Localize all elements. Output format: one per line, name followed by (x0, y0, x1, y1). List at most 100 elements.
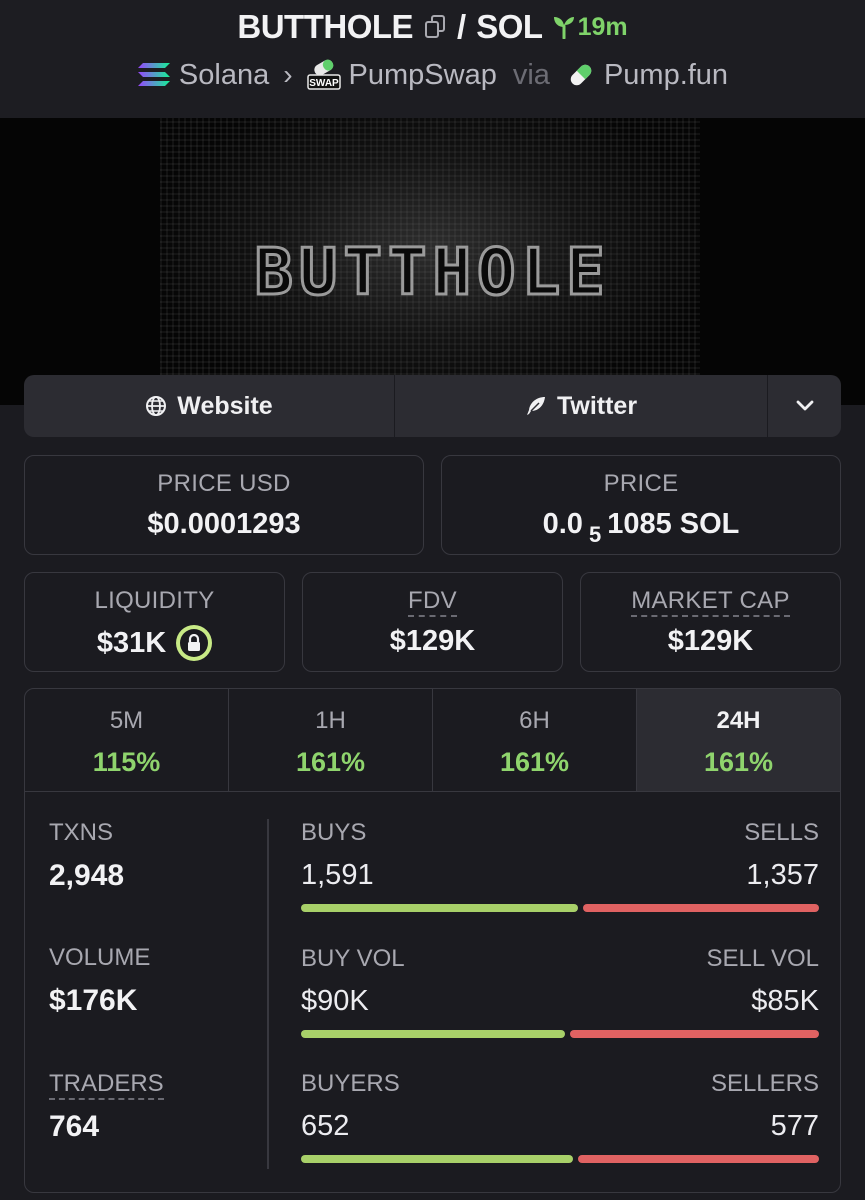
website-button[interactable]: Website (24, 375, 395, 437)
buy-vol-label: BUY VOL (301, 945, 405, 972)
buys-bar (301, 904, 579, 912)
pumpswap-icon: SWAP (306, 59, 341, 90)
tab-change: 161% (703, 747, 774, 777)
tab-24h[interactable]: 24H 161% (637, 689, 840, 791)
buys-sells-row: BUYS SELLS 1,591 1,357 (301, 819, 819, 912)
sellers-bar (578, 1155, 819, 1163)
chevron-down-icon (796, 400, 813, 411)
sells-label: SELLS (744, 819, 819, 846)
pill-icon (570, 64, 592, 86)
tab-label: 6H (519, 707, 550, 734)
tab-6h[interactable]: 6H 161% (433, 689, 637, 791)
price-native-digits: 1085 SOL (607, 508, 740, 540)
timeframe-stats-panel: 5M 115% 1H 161% 6H 161% 24H 161% TXNS 2,… (24, 688, 841, 1193)
liquidity-card: LIQUIDITY $31K (24, 572, 285, 672)
copy-icon[interactable] (425, 15, 447, 39)
fdv-label[interactable]: FDV (408, 587, 457, 617)
price-native-prefix: 0.0 (542, 508, 583, 540)
txns-stat: TXNS 2,948 (49, 819, 249, 944)
price-usd-card: PRICE USD $0.0001293 (24, 455, 424, 555)
pair-age: 19m (553, 13, 628, 42)
banner-title: BUTTHOLE (253, 235, 611, 312)
pair-header: BUTTHOLE / SOL 19m Solana › SWAP PumpSwa… (0, 0, 865, 118)
twitter-label: Twitter (556, 391, 638, 420)
sell-vol-label: SELL VOL (706, 945, 819, 972)
launchpad-link[interactable]: Pump.fun (566, 59, 728, 92)
quote-symbol: SOL (476, 8, 543, 45)
dex-badge-text: SWAP (309, 78, 339, 89)
buyers-sellers-bar (301, 1155, 819, 1163)
more-links-button[interactable] (768, 375, 841, 437)
breadcrumb: Solana › SWAP PumpSwap via Pump.fun (0, 54, 865, 96)
txns-value: 2,948 (49, 859, 125, 892)
buyers-value: 652 (301, 1110, 350, 1142)
volume-value: $176K (49, 984, 138, 1017)
volume-row: BUY VOL SELL VOL $90K $85K (301, 945, 819, 1038)
price-usd-value: $0.0001293 (147, 508, 301, 540)
buyers-sellers-row: BUYERS SELLERS 652 577 (301, 1070, 819, 1163)
lock-icon[interactable] (176, 625, 213, 661)
liquidity-value: $31K (96, 626, 167, 659)
summary-stats: TXNS 2,948 VOLUME $176K TRADERS 764 (49, 819, 249, 1144)
sells-value: 1,357 (746, 859, 819, 891)
tab-label: 1H (315, 707, 346, 734)
pair-title-row: BUTTHOLE / SOL 19m (0, 6, 865, 48)
volume-label: VOLUME (49, 944, 151, 971)
column-divider (267, 819, 269, 1169)
volume-bar (301, 1030, 819, 1038)
price-native-label: PRICE (603, 470, 679, 497)
pair-separator: / (457, 8, 467, 45)
chain-link[interactable]: Solana (137, 59, 269, 92)
market-cap-card: MARKET CAP $129K (580, 572, 841, 672)
twitter-button[interactable]: Twitter (395, 375, 768, 437)
txns-label: TXNS (49, 819, 114, 846)
volume-stat: VOLUME $176K (49, 944, 249, 1070)
tab-change: 115% (92, 747, 161, 777)
dex-name: PumpSwap (348, 58, 497, 91)
market-cap-value: $129K (667, 625, 754, 657)
launchpad-name: Pump.fun (603, 58, 729, 91)
social-links-bar: Website Twitter (24, 375, 841, 437)
solana-icon (137, 63, 170, 86)
traders-label[interactable]: TRADERS (49, 1070, 164, 1100)
price-usd-label: PRICE USD (157, 470, 291, 497)
traders-stat: TRADERS 764 (49, 1070, 249, 1144)
token-banner-image: BUTTHOLE (0, 118, 865, 405)
market-cap-label[interactable]: MARKET CAP (631, 587, 790, 617)
chain-name: Solana (178, 58, 270, 91)
sells-bar (583, 904, 819, 912)
buyers-label: BUYERS (301, 1070, 400, 1097)
sell-vol-bar (570, 1030, 819, 1038)
price-native-card: PRICE 0.0 5 1085 SOL (441, 455, 841, 555)
timeframe-tabs: 5M 115% 1H 161% 6H 161% 24H 161% (25, 689, 840, 792)
buy-vol-bar (301, 1030, 566, 1038)
tab-5m[interactable]: 5M 115% (25, 689, 229, 791)
pair-age-text: 19m (577, 12, 628, 41)
chevron-right-icon: › (283, 59, 293, 90)
sprout-icon (553, 17, 574, 39)
buys-label: BUYS (301, 819, 367, 846)
sell-vol-value: $85K (751, 985, 819, 1017)
website-label: Website (177, 391, 273, 420)
token-symbol: BUTTHOLE (237, 8, 414, 45)
tab-change: 161% (295, 747, 366, 777)
feather-icon (526, 397, 545, 415)
via-text: via (512, 58, 550, 91)
fdv-value: $129K (389, 625, 476, 657)
buys-sells-bar (301, 904, 819, 912)
tab-label: 5M (109, 707, 144, 734)
liquidity-label: LIQUIDITY (94, 587, 215, 614)
fdv-card: FDV $129K (302, 572, 563, 672)
buys-value: 1,591 (301, 859, 374, 891)
buyers-bar (301, 1155, 574, 1163)
sellers-label: SELLERS (710, 1070, 819, 1097)
sellers-value: 577 (770, 1110, 819, 1142)
tab-change: 161% (499, 747, 570, 777)
tab-1h[interactable]: 1H 161% (229, 689, 433, 791)
dex-link[interactable]: SWAP PumpSwap (306, 58, 497, 92)
price-native-zeros: 5 (588, 521, 602, 547)
traders-value: 764 (49, 1110, 100, 1143)
tab-label: 24H (716, 707, 761, 734)
buy-vol-value: $90K (301, 985, 369, 1017)
globe-icon (146, 396, 167, 416)
